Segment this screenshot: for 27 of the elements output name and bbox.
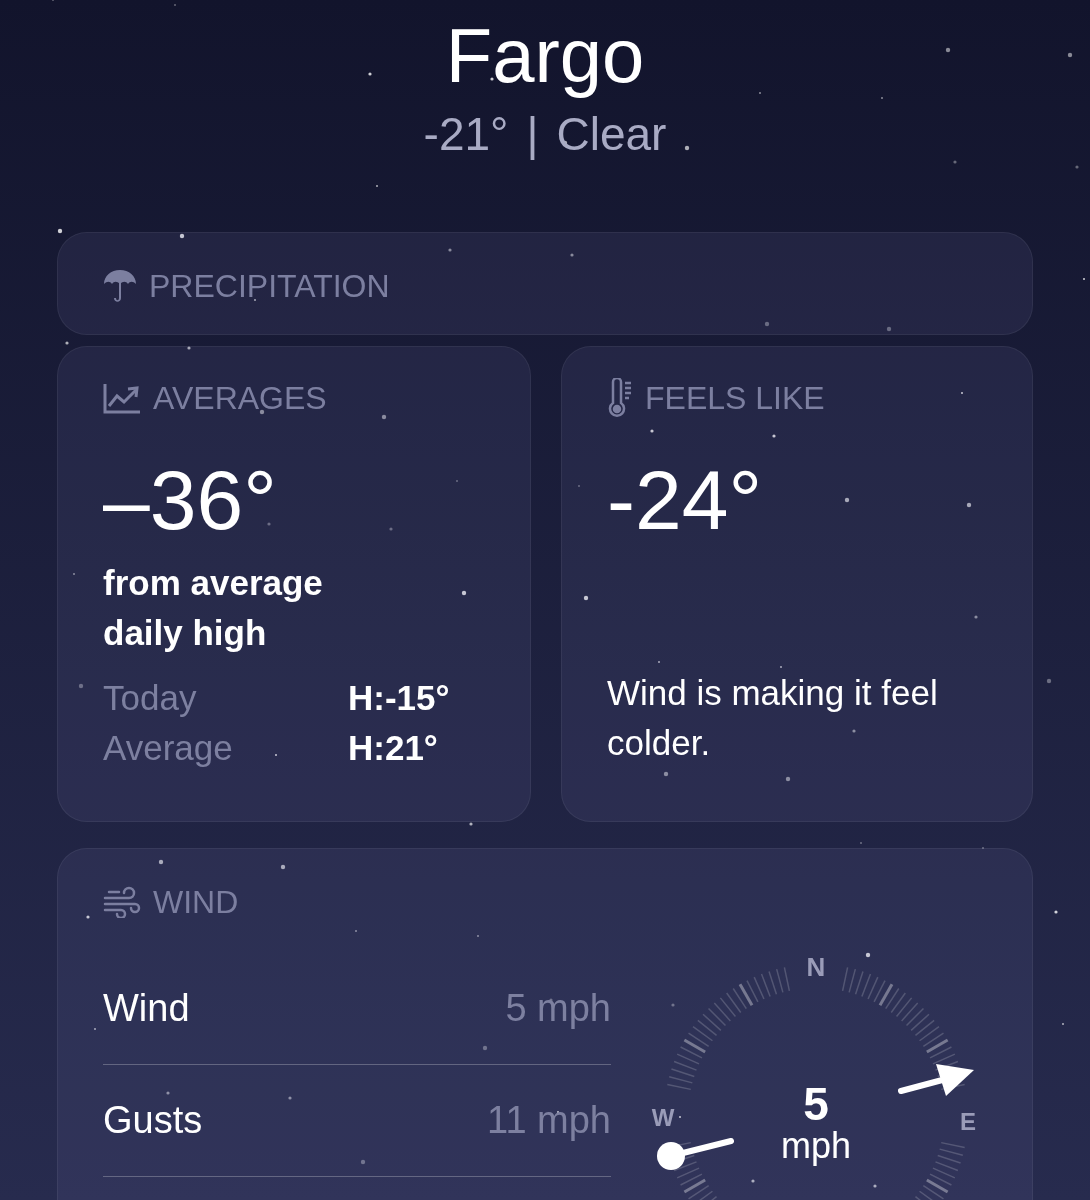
north-label: N [806, 952, 826, 982]
row-label: Today [103, 677, 197, 719]
current-temperature: -21° [423, 107, 509, 162]
wind-row-label: Gusts [103, 1098, 203, 1143]
card-heading: PRECIPITATION [149, 270, 390, 302]
city-name: Fargo [445, 12, 645, 100]
wind-row-label: Wind [103, 986, 190, 1031]
card-heading: WIND [153, 886, 239, 918]
row-value: H:-15° [348, 677, 451, 719]
feels-like-temperature: -24° [607, 458, 763, 542]
east-label: E [960, 1108, 976, 1135]
separator: | [526, 107, 539, 162]
thermometer-icon [607, 378, 633, 418]
west-label: W [651, 1104, 675, 1131]
wind-icon [103, 886, 141, 918]
wind-row-value: 5 mph [505, 986, 611, 1031]
card-heading: AVERAGES [153, 382, 327, 414]
feels-like-note: Wind is making it feel colder. [607, 672, 939, 764]
card-heading: FEELS LIKE [645, 382, 825, 414]
temperature-difference: –36° [103, 458, 278, 542]
row-value: H:21° [348, 727, 439, 769]
trend-chart-icon [103, 382, 141, 414]
averages-caption: from average daily high [103, 562, 324, 654]
wind-row-value: 11 mph [487, 1098, 611, 1143]
row-label: Average [103, 727, 233, 769]
umbrella-icon [103, 268, 137, 304]
weather-condition: Clear [556, 107, 667, 162]
